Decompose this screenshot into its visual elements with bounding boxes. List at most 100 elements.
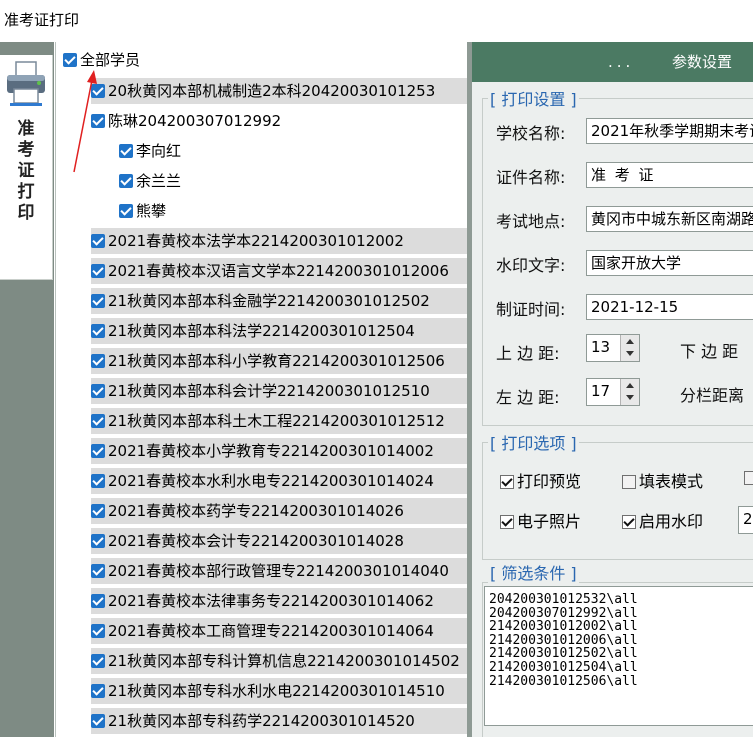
date-input[interactable]: 2021-12-15 — [586, 294, 753, 320]
admission-print-button[interactable]: 准考证打印 — [0, 55, 53, 280]
checkbox-checked-icon[interactable] — [91, 684, 105, 698]
tree-node[interactable]: 陈琳204200307012992 — [91, 108, 467, 134]
tree-node-label: 21秋黄冈本部本科法学2214200301012504 — [108, 322, 415, 340]
tree-node[interactable]: 21秋黄冈本部本科法学2214200301012504 — [91, 318, 467, 344]
cert-input[interactable]: 准 考 证 — [586, 162, 753, 188]
tree-node[interactable]: 21秋黄冈本部本科土木工程2214200301012512 — [91, 408, 467, 434]
parameter-panel: ... 参数设置 [ 打印设置 ] 学校名称: 2021年秋季学期期末考试 证件… — [472, 42, 753, 737]
tree-node-label: 21秋黄冈本部专科计算机信息2214200301014502 — [108, 652, 460, 670]
tree-node[interactable]: 熊攀 — [119, 198, 467, 224]
red-arrow-annotation — [73, 70, 97, 173]
checkbox-checked-icon[interactable] — [91, 444, 105, 458]
watermark-input[interactable]: 国家开放大学 — [586, 250, 753, 276]
tree-node-label: 21秋黄冈本部本科土木工程2214200301012512 — [108, 412, 445, 430]
sidebar-label: 准考证打印 — [17, 119, 35, 223]
print-settings-title: [ 打印设置 ] — [488, 86, 579, 110]
checkbox-checked-icon[interactable] — [500, 475, 514, 489]
checkbox-unchecked-icon[interactable] — [622, 475, 636, 489]
student-tree[interactable]: 全部学员 20秋黄冈本部机械制造2本科20420030101253 陈琳20420… — [55, 42, 467, 737]
filter-line: 214200301012002\all — [489, 619, 638, 635]
photo-checkbox[interactable]: 电子照片 — [500, 508, 581, 532]
filter-textarea[interactable]: 204200301012532\all 204200307012992\all 21… — [484, 586, 753, 726]
checkbox-checked-icon[interactable] — [91, 504, 105, 518]
stepper-buttons[interactable] — [620, 379, 639, 405]
window-title: 准考证打印 — [4, 11, 80, 29]
checkbox-checked-icon[interactable] — [622, 515, 636, 529]
stepper-buttons[interactable] — [620, 335, 639, 361]
tree-node[interactable]: 21秋黄冈本部专科药学2214200301014520 — [91, 708, 467, 734]
checkbox-checked-icon[interactable] — [119, 204, 133, 218]
cert-label: 证件名称: — [496, 168, 566, 187]
bottom-margin-label: 下 边 距 — [680, 342, 739, 361]
tree-node[interactable]: 21秋黄冈本部专科计算机信息2214200301014502 — [91, 648, 467, 674]
print-options-title: [ 打印选项 ] — [488, 430, 579, 454]
tree-node[interactable]: 李向红 — [119, 138, 467, 164]
tree-node[interactable]: 2021春黄校本汉语言文学本2214200301012006 — [91, 258, 467, 284]
checkbox-checked-icon[interactable] — [500, 515, 514, 529]
tree-node[interactable]: 2021春黄校本会计专2214200301014028 — [91, 528, 467, 554]
left-margin-stepper[interactable]: 17 — [586, 378, 640, 406]
checkbox-checked-icon[interactable] — [91, 714, 105, 728]
tree-node-label: 2021春黄校本工商管理专2214200301014064 — [108, 622, 434, 640]
header-dots: ... — [608, 53, 635, 71]
extra-value-input[interactable]: 2 — [738, 506, 753, 534]
column-gap-label: 分栏距离 — [680, 386, 745, 405]
checkbox-checked-icon[interactable] — [91, 384, 105, 398]
filter-title: [ 筛选条件 ] — [488, 560, 579, 584]
filter-line: 214200301012006\all — [489, 632, 638, 648]
location-label: 考试地点: — [496, 212, 566, 231]
checkbox-checked-icon[interactable] — [91, 414, 105, 428]
checkbox-checked-icon[interactable] — [91, 534, 105, 548]
tree-node-label: 21秋黄冈本部本科金融学2214200301012502 — [108, 292, 430, 310]
tree-node[interactable]: 21秋黄冈本部专科水利水电2214200301014510 — [91, 678, 467, 704]
tree-node[interactable]: 2021春黄校本药学专2214200301014026 — [91, 498, 467, 524]
checkbox-checked-icon[interactable] — [91, 654, 105, 668]
filter-line: 214200301012504\all — [489, 659, 638, 675]
tree-node[interactable]: 2021春黄校本法律事务专2214200301014062 — [91, 588, 467, 614]
preview-label: 打印预览 — [517, 472, 582, 491]
tree-node[interactable]: 2021春黄校本工商管理专2214200301014064 — [91, 618, 467, 644]
enable-watermark-label: 启用水印 — [639, 512, 704, 531]
arrow-down-icon — [626, 351, 634, 356]
location-input[interactable]: 黄冈市中城东新区南湖路 — [586, 206, 753, 232]
checkbox-checked-icon[interactable] — [91, 264, 105, 278]
tree-node[interactable]: 2021春黄校本小学教育专2214200301014002 — [91, 438, 467, 464]
tree-node[interactable]: 余兰兰 — [119, 168, 467, 194]
tree-node[interactable]: 21秋黄冈本部本科金融学2214200301012502 — [91, 288, 467, 314]
tree-node-label: 2021春黄校本小学教育专2214200301014002 — [108, 442, 434, 460]
checkbox-checked-icon[interactable] — [91, 624, 105, 638]
checkbox-checked-icon[interactable] — [119, 174, 133, 188]
school-input[interactable]: 2021年秋季学期期末考试 — [586, 118, 753, 144]
extra-checkbox[interactable] — [744, 468, 753, 487]
checkbox-checked-icon[interactable] — [119, 144, 133, 158]
arrow-up-icon — [626, 339, 634, 344]
tree-node[interactable]: 2021春黄校本水利水电专2214200301014024 — [91, 468, 467, 494]
tree-node[interactable]: 21秋黄冈本部本科小学教育2214200301012506 — [91, 348, 467, 374]
checkbox-unchecked-icon[interactable] — [744, 471, 753, 485]
checkbox-checked-icon[interactable] — [91, 294, 105, 308]
tree-node-label: 2021春黄校本部行政管理专2214200301014040 — [108, 562, 449, 580]
checkbox-checked-icon[interactable] — [91, 474, 105, 488]
preview-checkbox[interactable]: 打印预览 — [500, 468, 581, 492]
checkbox-checked-icon[interactable] — [91, 234, 105, 248]
checkbox-checked-icon[interactable] — [63, 53, 77, 67]
checkbox-checked-icon[interactable] — [91, 564, 105, 578]
top-margin-stepper[interactable]: 13 — [586, 334, 640, 362]
tree-root-label: 全部学员 — [80, 51, 141, 69]
watermark-checkbox[interactable]: 启用水印 — [622, 508, 703, 532]
filter-line: 204200301012532\all — [489, 592, 638, 607]
tree-node[interactable]: 21秋黄冈本部本科会计学2214200301012510 — [91, 378, 467, 404]
checkbox-checked-icon[interactable] — [91, 324, 105, 338]
tree-node[interactable]: 2021春黄校本部行政管理专2214200301014040 — [91, 558, 467, 584]
watermark-label: 水印文字: — [496, 256, 566, 275]
tree-node[interactable]: 20秋黄冈本部机械制造2本科20420030101253 — [91, 78, 467, 104]
fill-mode-checkbox[interactable]: 填表模式 — [622, 468, 703, 492]
tree-node-label: 2021春黄校本药学专2214200301014026 — [108, 502, 404, 520]
checkbox-checked-icon[interactable] — [91, 594, 105, 608]
checkbox-checked-icon[interactable] — [91, 354, 105, 368]
tree-node-label: 2021春黄校本会计专2214200301014028 — [108, 532, 404, 550]
date-label: 制证时间: — [496, 300, 566, 319]
arrow-down-icon — [626, 395, 634, 400]
fill-mode-label: 填表模式 — [639, 472, 704, 491]
tree-node[interactable]: 2021春黄校本法学本2214200301012002 — [91, 228, 467, 254]
